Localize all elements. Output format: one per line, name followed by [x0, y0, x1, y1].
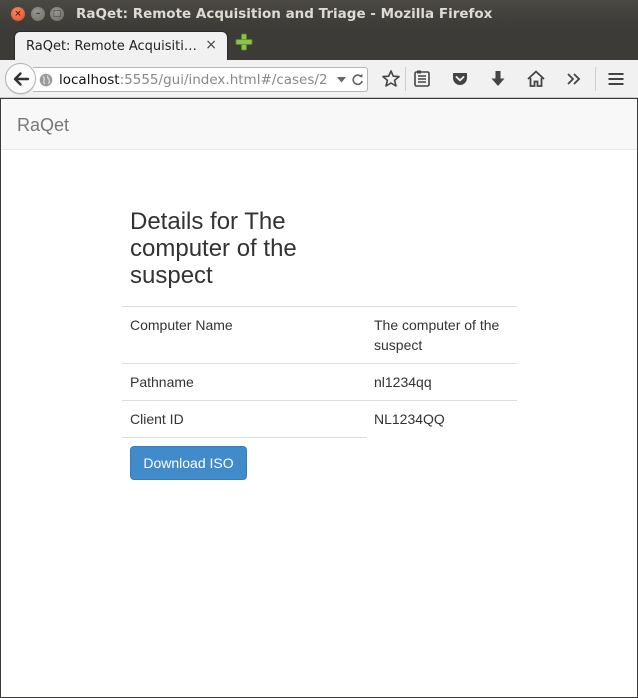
back-button[interactable]	[5, 63, 36, 94]
details-table: Computer Name The computer of the suspec…	[122, 306, 517, 437]
row-key: Client ID	[130, 411, 184, 427]
table-row: Computer Name The computer of the suspec…	[122, 306, 517, 363]
row-value: NL1234QQ	[374, 411, 445, 427]
toolbar-separator	[595, 67, 596, 91]
brand-link[interactable]: RaQet	[17, 115, 69, 136]
window-title: RaQet: Remote Acquisition and Triage - M…	[76, 6, 493, 22]
table-divider	[122, 437, 367, 438]
row-value: The computer of the suspect	[374, 317, 500, 353]
overflow-chevron-icon[interactable]	[564, 69, 584, 89]
window-minimize-button[interactable]: –	[31, 7, 45, 21]
bookmark-star-icon[interactable]	[381, 69, 401, 89]
app-navbar: RaQet	[1, 99, 637, 150]
dropdown-icon[interactable]	[337, 75, 346, 84]
window-maximize-button[interactable]: □	[50, 7, 64, 21]
row-key: Computer Name	[130, 317, 233, 333]
reading-list-icon[interactable]	[412, 69, 432, 89]
table-row: Client ID NL1234QQ	[122, 400, 517, 437]
tab-close-icon[interactable]: ×	[205, 37, 217, 53]
back-icon	[13, 72, 30, 86]
download-iso-button[interactable]: Download ISO	[130, 446, 247, 480]
hamburger-menu-icon[interactable]	[606, 69, 626, 89]
web-page: RaQet Details for The computer of the su…	[1, 99, 637, 697]
window-titlebar: × – □ RaQet: Remote Acquisition and Tria…	[0, 0, 638, 28]
page-title: Details for The computer of the suspect	[130, 208, 297, 289]
tab-strip: RaQet: Remote Acquisition and Triage ×	[0, 28, 638, 60]
tab-label: RaQet: Remote Acquisition and Triage	[26, 39, 198, 54]
reload-icon[interactable]	[351, 73, 364, 86]
url-path: :5555/gui/index.html#/cases/2	[119, 72, 328, 88]
url-text: localhost:5555/gui/index.html#/cases/2	[59, 72, 331, 88]
new-tab-plus-icon[interactable]	[235, 33, 253, 51]
window-close-button[interactable]: ×	[11, 7, 25, 21]
url-bar[interactable]: localhost:5555/gui/index.html#/cases/2	[33, 67, 368, 92]
globe-icon	[39, 73, 53, 87]
table-row: Pathname nl1234qq	[122, 363, 517, 400]
toolbar-separator	[405, 67, 406, 91]
home-icon[interactable]	[526, 69, 546, 89]
row-key: Pathname	[130, 374, 194, 390]
browser-tab[interactable]: RaQet: Remote Acquisition and Triage ×	[14, 31, 228, 60]
nav-toolbar: localhost:5555/gui/index.html#/cases/2	[0, 60, 638, 98]
url-host: localhost	[59, 72, 120, 88]
download-icon[interactable]	[488, 69, 508, 89]
row-value: nl1234qq	[374, 374, 432, 390]
pocket-icon[interactable]	[450, 69, 470, 89]
